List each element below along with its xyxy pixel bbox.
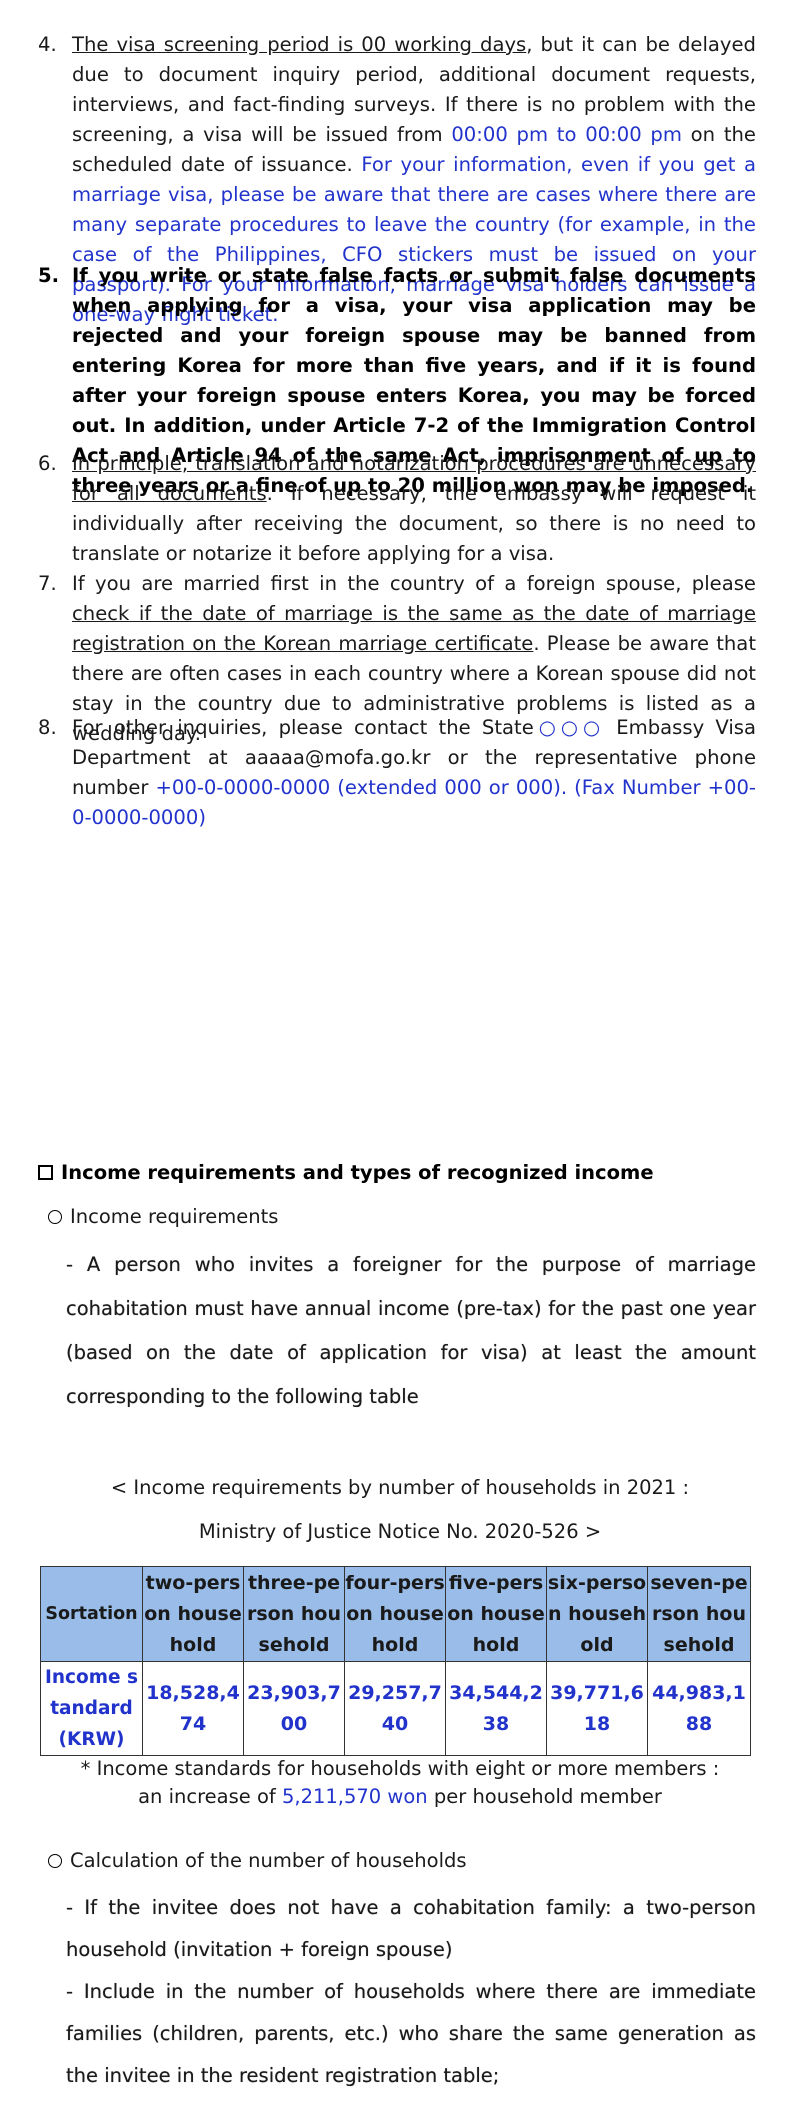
income-requirements-subheading: Income requirements xyxy=(48,1205,278,1228)
table-cell: 39,771,618 xyxy=(546,1661,648,1756)
circle-bullet-icon xyxy=(48,1209,62,1224)
table-header-cell: four-person household xyxy=(344,1566,446,1662)
table-note-line-1: * Income standards for households with e… xyxy=(80,1757,720,1780)
household-calculation-subheading: Calculation of the number of households xyxy=(48,1849,467,1872)
table-header-cell: three-person household xyxy=(243,1566,345,1662)
item-number: 4. xyxy=(38,33,57,56)
subheading-text: Income requirements xyxy=(70,1205,279,1228)
table-row-label: Income standard (KRW) xyxy=(40,1661,143,1756)
note-item-8: 8. For other inquiries, please contact t… xyxy=(38,713,756,833)
table-header-cell: two-person household xyxy=(142,1566,244,1662)
table-cell: 18,528,474 xyxy=(142,1661,244,1756)
table-row: Income standard (KRW) 18,528,474 23,903,… xyxy=(40,1661,751,1756)
table-cell: 29,257,740 xyxy=(344,1661,446,1756)
contact-phone-numbers: +00-0-0000-0000 (extended 000 or 000). (… xyxy=(72,776,756,829)
table-note-line-2: an increase of 5,211,570 won per househo… xyxy=(40,1782,760,1812)
checkbox-square-icon xyxy=(38,1165,53,1180)
table-header-sortation: Sortation xyxy=(40,1566,143,1662)
item-text: If you are married first in the country … xyxy=(72,572,756,595)
item-number: 8. xyxy=(38,716,57,739)
note-item-6: 6. In principle, translation and notariz… xyxy=(38,449,756,569)
document-page: 4. The visa screening period is 00 worki… xyxy=(0,0,793,2108)
note-text: per household member xyxy=(427,1785,662,1808)
screening-period-text: The visa screening period is 00 working … xyxy=(72,33,527,56)
item-number: 6. xyxy=(38,452,57,475)
table-header-cell: seven-person household xyxy=(647,1566,751,1662)
income-table: Sortation two-person household three-per… xyxy=(40,1566,751,1756)
note-text: an increase of xyxy=(138,1785,282,1808)
income-requirements-text: - A person who invites a foreigner for t… xyxy=(66,1253,756,1408)
table-cell: 34,544,238 xyxy=(445,1661,547,1756)
section-title: Income requirements and types of recogni… xyxy=(61,1161,654,1184)
table-caption-line-2: Ministry of Justice Notice No. 2020-526 … xyxy=(198,1520,602,1543)
table-cell: 23,903,700 xyxy=(243,1661,345,1756)
item-number: 5. xyxy=(38,264,60,287)
item-text: For other inquiries, please contact the … xyxy=(72,716,534,739)
table-header-cell: six-person household xyxy=(546,1566,648,1662)
household-calculation-text-2: - Include in the number of households wh… xyxy=(66,1980,756,2087)
table-caption-line-1: < Income requirements by number of house… xyxy=(110,1476,690,1499)
table-cell: 44,983,188 xyxy=(647,1661,751,1756)
state-placeholder-circles: ○○○ xyxy=(533,716,606,739)
circle-bullet-icon xyxy=(48,1853,62,1868)
household-calculation-text-1: - If the invitee does not have a cohabit… xyxy=(66,1896,756,1961)
issuance-time-range: 00:00 pm to 00:00 pm xyxy=(451,123,682,146)
subheading-text: Calculation of the number of households xyxy=(70,1849,467,1872)
income-section-heading: Income requirements and types of recogni… xyxy=(38,1161,654,1184)
note-increase-amount: 5,211,570 won xyxy=(281,1785,428,1808)
table-header-cell: five-person household xyxy=(445,1566,547,1662)
item-number: 7. xyxy=(38,572,57,595)
